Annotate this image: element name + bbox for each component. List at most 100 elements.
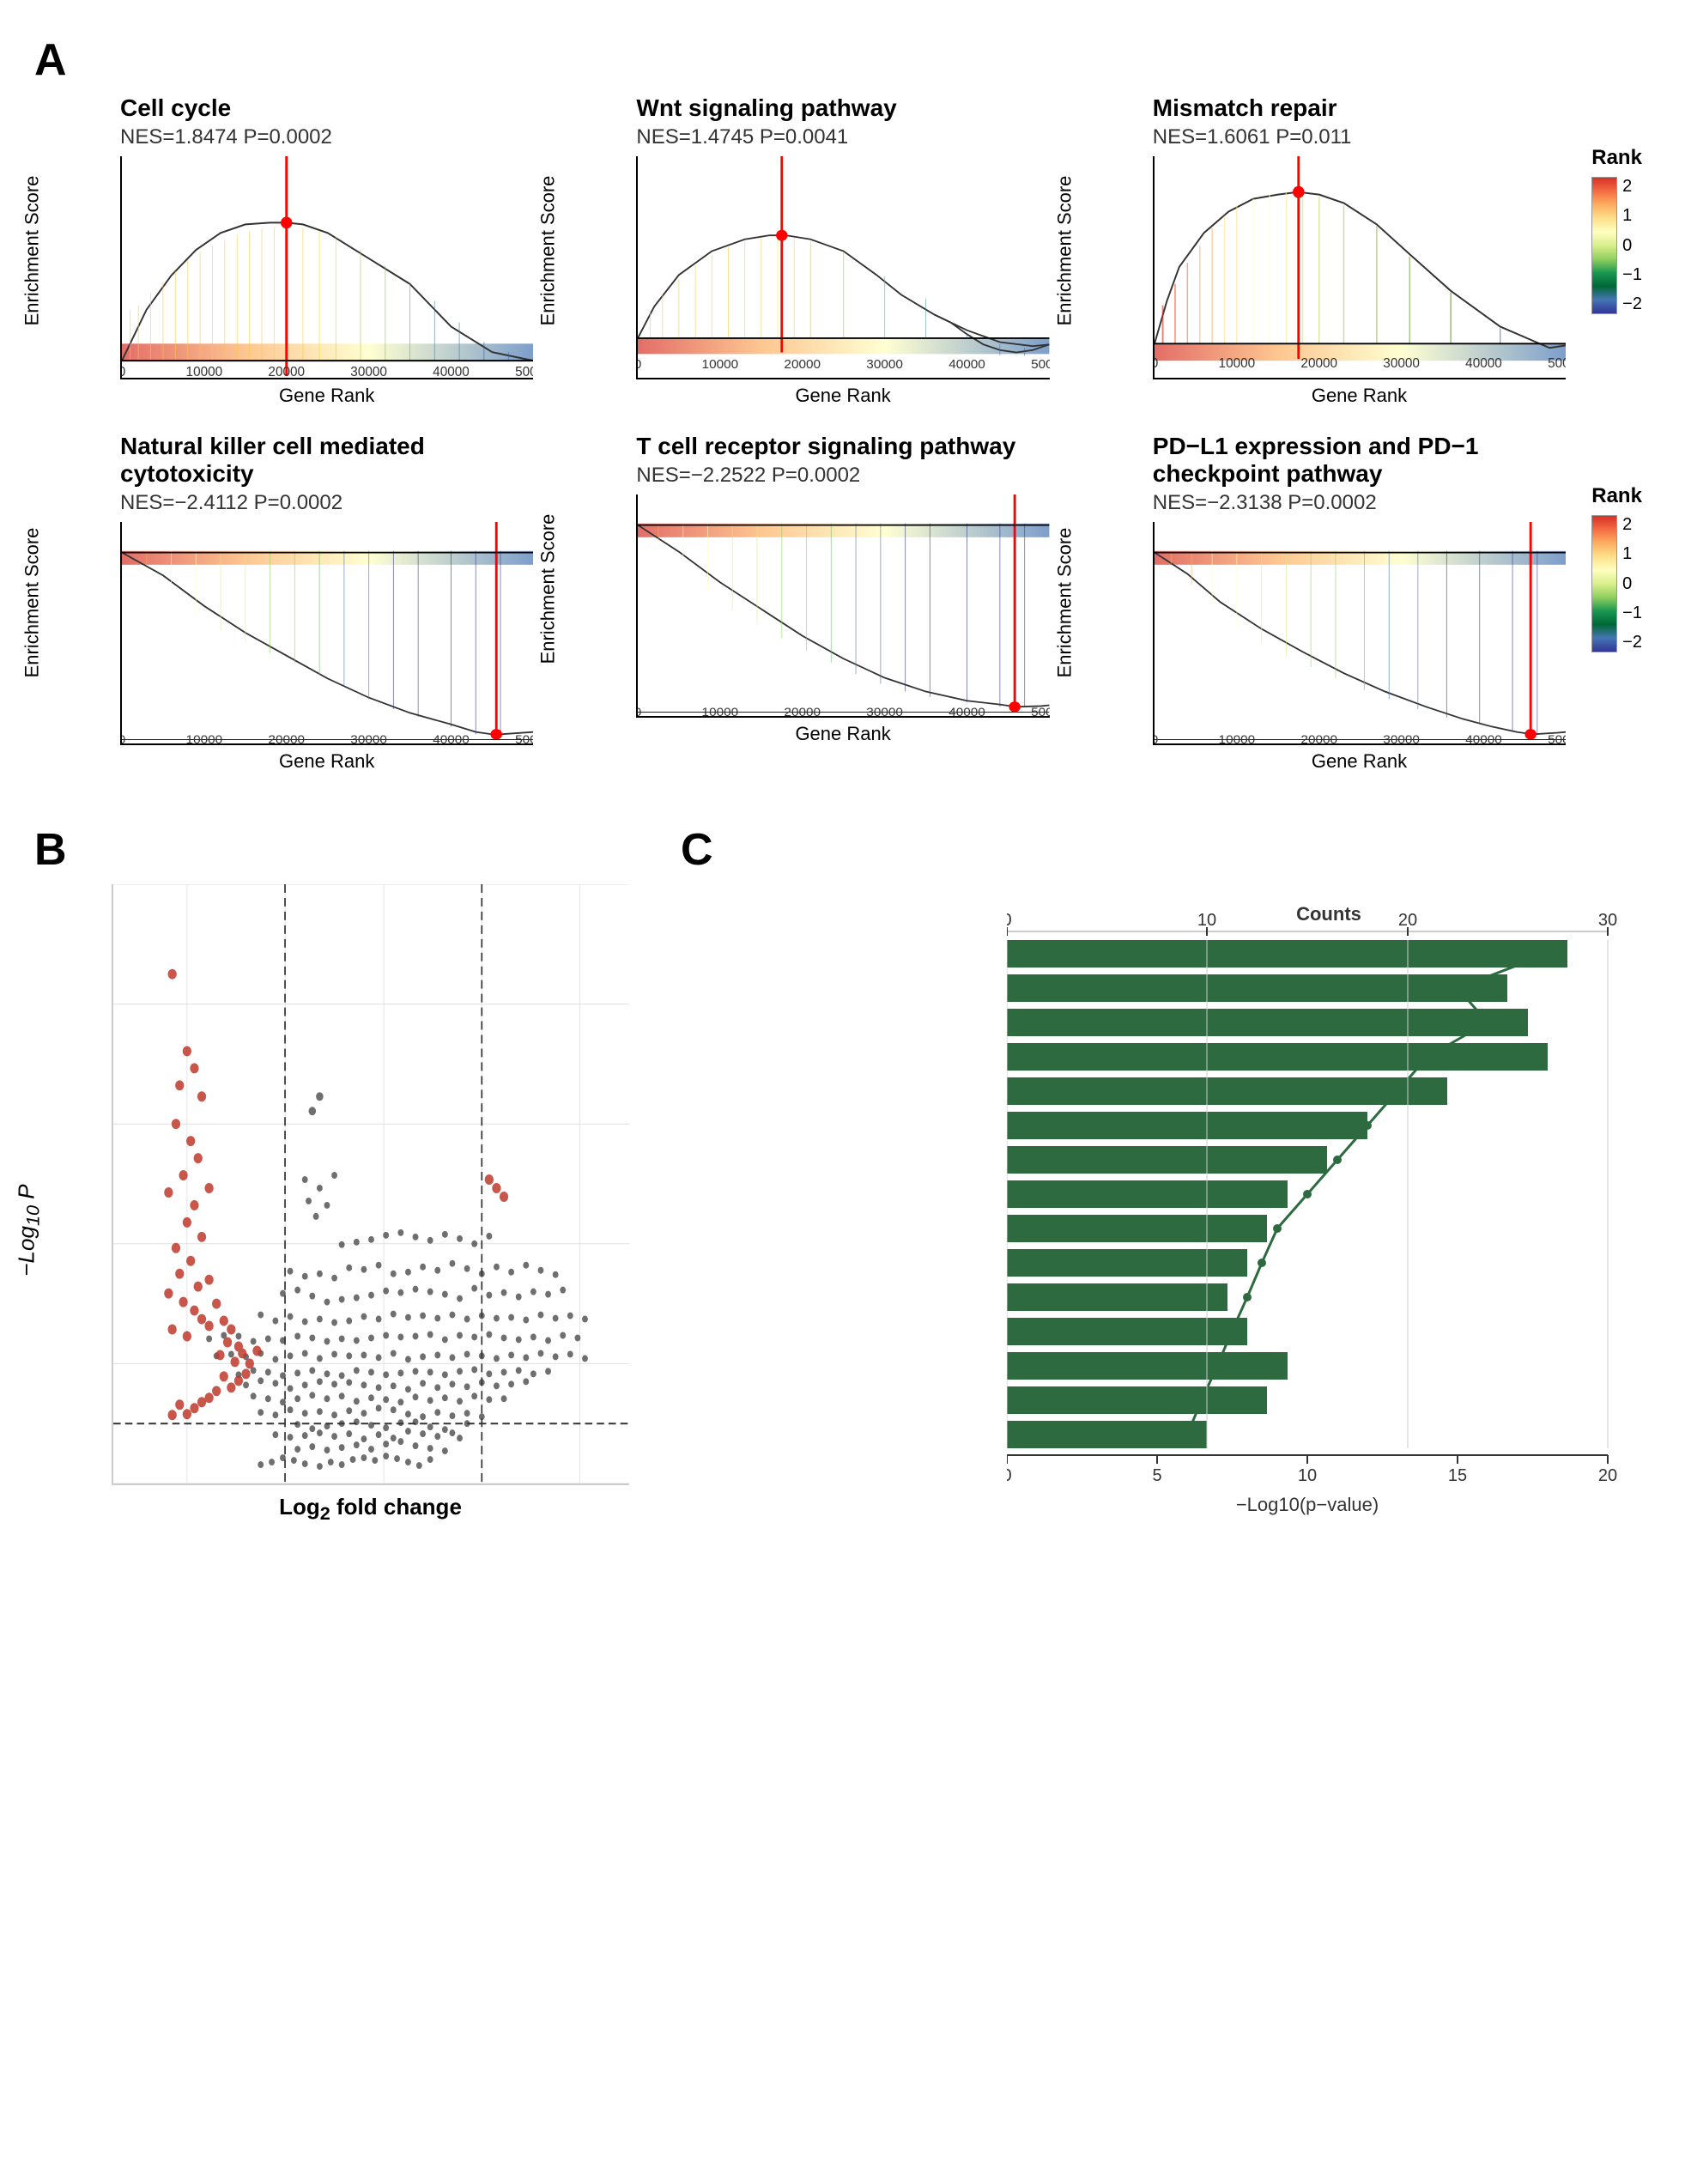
svg-text:50000: 50000 [1031, 706, 1049, 716]
dot-13 [1213, 1362, 1221, 1370]
rank-val-neg2: −2 [1622, 294, 1642, 314]
pdl1-x-label: Gene Rank [1153, 750, 1566, 773]
svg-text:30000: 30000 [867, 706, 904, 716]
gsea-wnt: Wnt signaling pathway NES=1.4745 P=0.004… [550, 94, 1049, 407]
rank-legend-gradient [1591, 177, 1617, 314]
svg-text:−Log10(p−value): −Log10(p−value) [1236, 1494, 1379, 1515]
rank-legend-bottom: Rank 2 1 0 −1 −2 [1583, 467, 1651, 670]
svg-text:40000: 40000 [1465, 356, 1502, 371]
dot-9 [1273, 1224, 1282, 1233]
dot-14 [1197, 1396, 1206, 1404]
mismatch-x-label: Gene Rank [1153, 385, 1566, 407]
svg-text:50000: 50000 [515, 365, 533, 378]
svg-text:20000: 20000 [785, 357, 821, 372]
nk-y-label: Enrichment Score [21, 528, 43, 678]
rank-legend-top: Rank 2 1 0 −1 −2 [1583, 129, 1651, 331]
svg-text:40000: 40000 [949, 706, 986, 716]
gsea-nk: Natural killer cell mediated cytotoxicit… [34, 433, 533, 773]
pdl1-y-label: Enrichment Score [1053, 528, 1076, 678]
svg-text:20000: 20000 [268, 365, 305, 378]
svg-text:10: 10 [1197, 911, 1216, 930]
svg-text:50000: 50000 [1548, 356, 1566, 371]
bar-leukocyte-diff [1007, 1352, 1288, 1380]
svg-text:0: 0 [122, 733, 125, 743]
gsea-top-row: Cell cycle NES=1.8474 P=0.0002 Enrichmen… [34, 94, 1651, 407]
rank-val-0: 0 [1622, 236, 1642, 256]
pdl1-nes: NES=−2.3138 P=0.0002 [1153, 491, 1566, 515]
panel-c-label: C [681, 824, 1651, 876]
svg-text:50000: 50000 [1548, 733, 1566, 743]
cell-cycle-title: Cell cycle [120, 94, 533, 122]
rank-b-val-1: 1 [1622, 544, 1642, 564]
bar-lymphocyte [1007, 1009, 1528, 1036]
volcano-wrap: −Log10 P [34, 884, 629, 1576]
svg-text:30000: 30000 [1383, 733, 1420, 743]
volcano-y-label: −Log10 P [14, 1184, 45, 1276]
bar-chart-container: Counts 0 10 20 30 regulation of immune e… [681, 884, 1651, 1592]
dot-15 [1183, 1430, 1191, 1439]
svg-text:0: 0 [122, 365, 126, 378]
mismatch-canvas: 0.0 0.2 0.4 0.6 0 10000 20000 30000 4000… [1153, 156, 1566, 379]
svg-text:40000: 40000 [1465, 733, 1502, 743]
gsea-tcell: T cell receptor signaling pathway NES=−2… [550, 433, 1049, 745]
bar-bcell [1007, 1043, 1548, 1071]
svg-text:40000: 40000 [949, 357, 986, 372]
bar-pos-tcell-prolif [1007, 1249, 1247, 1277]
svg-text:10000: 10000 [1218, 733, 1255, 743]
gsea-pdl1: PD−L1 expression and PD−1 checkpoint pat… [1067, 433, 1566, 773]
dot-8 [1303, 1190, 1312, 1198]
svg-text:10000: 10000 [186, 365, 223, 378]
tcell-x-label: Gene Rank [636, 723, 1049, 745]
dot-7 [1333, 1156, 1342, 1164]
mismatch-nes: NES=1.6061 P=0.011 [1153, 125, 1566, 149]
svg-text:0: 0 [1155, 733, 1158, 743]
tcell-nes: NES=−2.2522 P=0.0002 [636, 464, 1049, 488]
volcano-x-label: Log2 fold change [112, 1494, 629, 1525]
rank-legend-bottom-title: Rank [1591, 484, 1642, 508]
bar-leukocyte-prolif [1007, 1077, 1447, 1105]
dot-4 [1423, 1053, 1432, 1061]
svg-text:0: 0 [1007, 911, 1012, 930]
svg-text:50000: 50000 [1031, 357, 1049, 372]
svg-text:5: 5 [1152, 1466, 1161, 1485]
rank-b-val-neg1: −1 [1622, 604, 1642, 623]
gsea-cell-cycle: Cell cycle NES=1.8474 P=0.0002 Enrichmen… [34, 94, 533, 407]
svg-text:10: 10 [1298, 1466, 1317, 1485]
pdl1-title: PD−L1 expression and PD−1 checkpoint pat… [1153, 433, 1566, 488]
volcano-canvas: 0 5 10 15 20 −2 −1 0 1 [112, 884, 629, 1485]
dot-10 [1258, 1259, 1266, 1267]
svg-text:Counts: Counts [1296, 903, 1361, 925]
svg-text:10000: 10000 [186, 733, 223, 743]
rank-val-1: 1 [1622, 206, 1642, 226]
svg-text:10000: 10000 [702, 357, 739, 372]
cell-cycle-x-label: Gene Rank [120, 385, 533, 407]
svg-text:0: 0 [1155, 356, 1159, 371]
rank-val-2: 2 [1622, 177, 1642, 197]
nk-x-label: Gene Rank [120, 750, 533, 773]
bar-chart-svg: Counts 0 10 20 30 regulation of immune e… [1007, 901, 1651, 1588]
tcell-title: T cell receptor signaling pathway [636, 433, 1049, 460]
cell-cycle-nes: NES=1.8474 P=0.0002 [120, 125, 533, 149]
bar-tcell-prolif [1007, 1318, 1247, 1345]
nk-title: Natural killer cell mediated cytotoxicit… [120, 433, 533, 488]
dot-12 [1227, 1327, 1236, 1336]
nk-nes: NES=−2.4112 P=0.0002 [120, 491, 533, 515]
svg-text:0: 0 [1007, 1466, 1012, 1485]
panel-a-label: A [34, 34, 1651, 86]
panel-c: C Counts 0 10 20 30 regulation of immune [681, 824, 1651, 1592]
tcell-y-label: Enrichment Score [537, 514, 560, 664]
dot-11 [1243, 1293, 1252, 1301]
panel-b-label: B [34, 824, 629, 876]
rank-b-val-neg2: −2 [1622, 633, 1642, 652]
svg-text:40000: 40000 [433, 365, 470, 378]
wnt-nes: NES=1.4745 P=0.0041 [636, 125, 1049, 149]
rank-b-val-2: 2 [1622, 515, 1642, 535]
bar-macrophage [1007, 1180, 1288, 1208]
svg-text:0: 0 [638, 357, 641, 372]
svg-text:20000: 20000 [1300, 733, 1337, 743]
panels-bc: B −Log10 P [34, 824, 1651, 1592]
panel-a: A Cell cycle NES=1.8474 P=0.0002 Enrichm… [34, 34, 1651, 773]
pdl1-canvas: 0.0 −0.2 −0.4 −0.6 0 10000 20000 30000 4… [1153, 522, 1566, 745]
wnt-y-label: Enrichment Score [537, 176, 560, 326]
svg-text:50000: 50000 [515, 733, 533, 743]
